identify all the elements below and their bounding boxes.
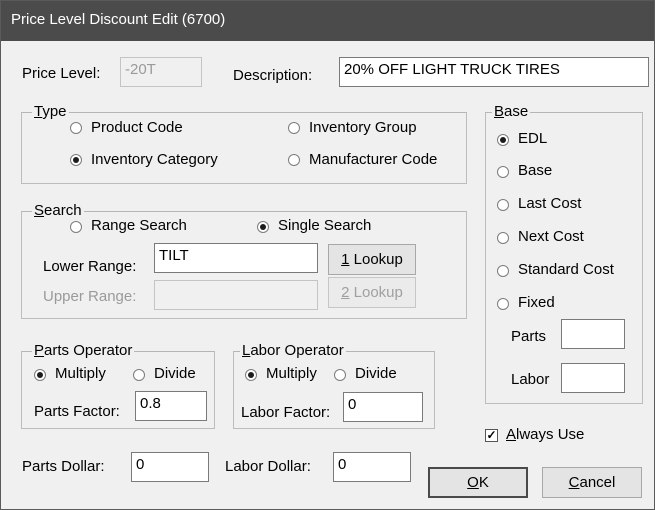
search-range-label[interactable]: Range Search xyxy=(91,217,187,234)
base-labor-label: Labor xyxy=(511,371,550,388)
price-level-discount-edit-dialog: Price Level Discount Edit (6700) Price L… xyxy=(0,0,655,510)
upper-range-label: Upper Range: xyxy=(43,288,137,305)
labor-multiply-radio[interactable] xyxy=(245,369,257,381)
lower-range-label: Lower Range: xyxy=(43,258,137,275)
labor-factor-label: Labor Factor: xyxy=(241,404,331,421)
cancel-button[interactable]: Cancel xyxy=(542,467,642,498)
upper-range-field[interactable] xyxy=(154,280,318,310)
window-title: Price Level Discount Edit (6700) xyxy=(11,11,226,28)
type-inventory-category-label[interactable]: Inventory Category xyxy=(91,151,218,168)
lower-range-field[interactable]: TILT xyxy=(154,243,318,273)
labor-dollar-field[interactable]: 0 xyxy=(333,452,411,482)
base-edl-label[interactable]: EDL xyxy=(518,130,547,147)
description-label: Description: xyxy=(233,67,313,84)
base-group xyxy=(485,112,643,404)
type-group-legend: Type xyxy=(32,103,69,120)
type-product-code-radio[interactable] xyxy=(70,122,82,134)
labor-factor-field[interactable]: 0 xyxy=(343,392,423,422)
base-last-cost-label[interactable]: Last Cost xyxy=(518,195,581,212)
type-inventory-category-radio[interactable] xyxy=(70,154,82,166)
base-standard-cost-radio[interactable] xyxy=(497,265,509,277)
search-single-radio[interactable] xyxy=(257,221,269,233)
base-last-cost-radio[interactable] xyxy=(497,199,509,211)
labor-divide-label[interactable]: Divide xyxy=(355,365,397,382)
type-manufacturer-code-radio[interactable] xyxy=(288,154,300,166)
labor-multiply-label[interactable]: Multiply xyxy=(266,365,317,382)
parts-multiply-radio[interactable] xyxy=(34,369,46,381)
ok-button[interactable]: OK xyxy=(428,467,528,498)
type-inventory-group-radio[interactable] xyxy=(288,122,300,134)
always-use-checkbox[interactable]: ✓ xyxy=(485,429,498,442)
parts-dollar-label: Parts Dollar: xyxy=(22,458,105,475)
description-field[interactable]: 20% OFF LIGHT TRUCK TIRES xyxy=(339,57,649,87)
parts-divide-label[interactable]: Divide xyxy=(154,365,196,382)
always-use-label[interactable]: Always Use xyxy=(506,426,584,443)
base-parts-label: Parts xyxy=(511,328,547,345)
base-fixed-radio[interactable] xyxy=(497,298,509,310)
search-group-legend: Search xyxy=(32,202,84,219)
parts-operator-legend: Parts Operator xyxy=(32,342,135,359)
search-range-radio[interactable] xyxy=(70,221,82,233)
parts-dollar-field[interactable]: 0 xyxy=(131,452,209,482)
base-base-label[interactable]: Base xyxy=(518,162,552,179)
search-single-label[interactable]: Single Search xyxy=(278,217,371,234)
base-base-radio[interactable] xyxy=(497,166,509,178)
base-fixed-label[interactable]: Fixed xyxy=(518,294,555,311)
price-level-label: Price Level: xyxy=(22,65,101,82)
type-inventory-group-label[interactable]: Inventory Group xyxy=(309,119,417,136)
title-bar: Price Level Discount Edit (6700) xyxy=(1,1,654,41)
labor-divide-radio[interactable] xyxy=(334,369,346,381)
parts-factor-label: Parts Factor: xyxy=(34,403,120,420)
base-next-cost-label[interactable]: Next Cost xyxy=(518,228,584,245)
labor-operator-legend: Labor Operator xyxy=(240,342,346,359)
parts-factor-field[interactable]: 0.8 xyxy=(135,391,207,421)
base-next-cost-radio[interactable] xyxy=(497,232,509,244)
parts-divide-radio[interactable] xyxy=(133,369,145,381)
labor-dollar-label: Labor Dollar: xyxy=(225,458,311,475)
type-product-code-label[interactable]: Product Code xyxy=(91,119,183,136)
type-manufacturer-code-label[interactable]: Manufacturer Code xyxy=(309,151,437,168)
price-level-field[interactable]: -20T xyxy=(120,57,202,87)
base-standard-cost-label[interactable]: Standard Cost xyxy=(518,261,614,278)
base-group-legend: Base xyxy=(492,103,531,120)
parts-multiply-label[interactable]: Multiply xyxy=(55,365,106,382)
base-parts-field[interactable] xyxy=(561,319,625,349)
lookup-1-button[interactable]: 1 Lookup xyxy=(328,244,416,275)
base-labor-field[interactable] xyxy=(561,363,625,393)
base-edl-radio[interactable] xyxy=(497,134,509,146)
lookup-2-button[interactable]: 2 Lookup xyxy=(328,277,416,308)
